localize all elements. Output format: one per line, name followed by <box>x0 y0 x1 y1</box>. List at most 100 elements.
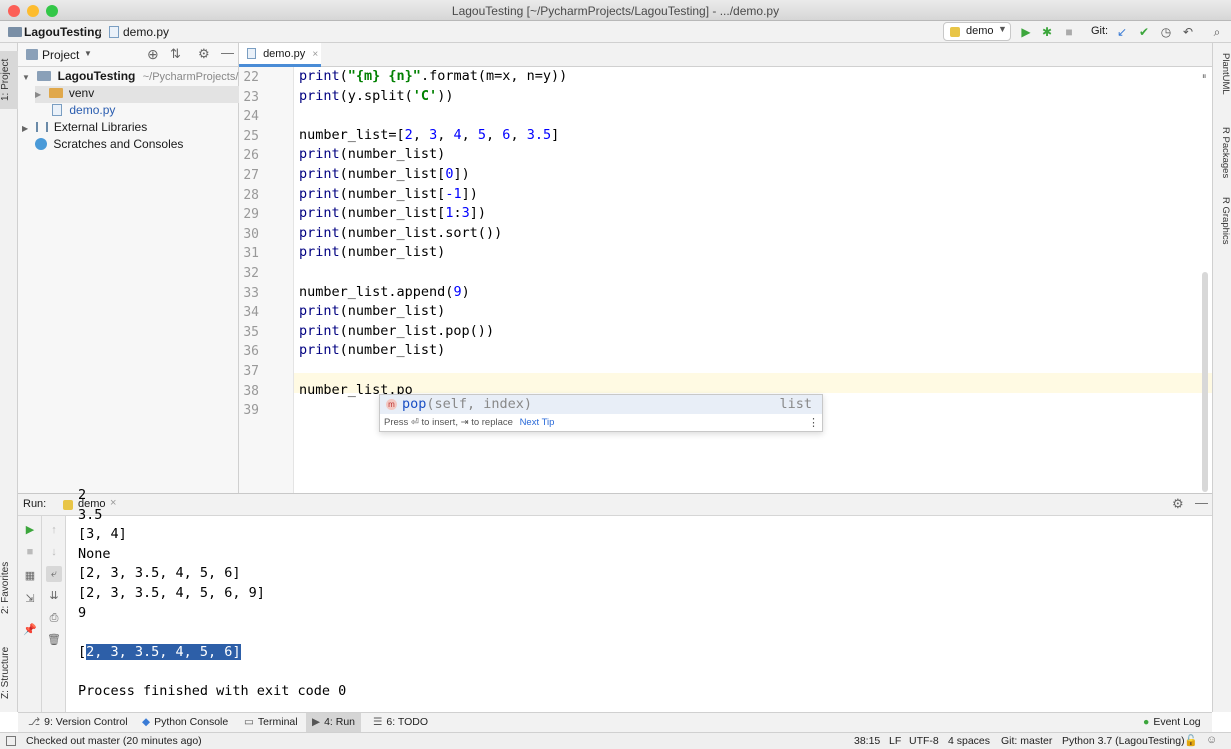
editor-scrollbar[interactable] <box>1202 272 1208 492</box>
git-branch[interactable]: Git: master <box>1001 735 1052 747</box>
stop-icon[interactable]: ■ <box>1061 24 1077 40</box>
print-icon[interactable]: ⎙ <box>46 610 62 626</box>
line-number: 25 <box>243 128 259 144</box>
completion-signature: (self, index) <box>426 396 533 412</box>
tree-item-scratches[interactable]: Scratches and Consoles <box>35 137 183 154</box>
restore-layout-icon[interactable]: ⇲ <box>22 591 38 607</box>
layout-icon[interactable]: ▦ <box>22 568 38 584</box>
line-number: 31 <box>243 246 259 262</box>
collapse-all-icon[interactable]: ⇅ <box>170 46 181 62</box>
scroll-up-icon[interactable]: ↑ <box>46 522 62 538</box>
completion-item[interactable]: m pop(self, index) list <box>380 395 822 414</box>
tree-item-label: demo.py <box>69 103 116 117</box>
editor-tab-demo[interactable]: demo.py × <box>239 43 321 67</box>
rerun-icon[interactable]: ▶ <box>22 522 38 538</box>
next-tip-link[interactable]: Next Tip <box>520 417 555 428</box>
completion-hint: Press ⏎ to insert, ⇥ to replace Next Tip <box>384 417 554 428</box>
run-icon[interactable]: ▶ <box>1018 24 1034 40</box>
tab-version-control[interactable]: ⎇ 9: Version Control <box>28 716 128 728</box>
run-tool-window: Run: demo × ⚙ — ▶ ■ ▦ ⇲ 📌 ↑ ↓ ⤶ ⇊ ⎙ 🗑 2 3… <box>18 487 1212 713</box>
project-view-select[interactable]: Project <box>42 48 79 62</box>
tree-item-label: LagouTesting <box>57 69 136 83</box>
git-label: Git: <box>1091 25 1109 37</box>
r-packages-tool-tab[interactable]: R Packages <box>1215 127 1231 187</box>
indent-setting[interactable]: 4 spaces <box>948 735 990 747</box>
rollback-icon[interactable]: ↶ <box>1180 24 1196 40</box>
file-encoding[interactable]: UTF-8 <box>909 735 939 747</box>
lock-icon[interactable]: 🔓 <box>1184 734 1198 747</box>
history-icon[interactable]: ◷ <box>1158 24 1174 40</box>
python-file-icon <box>109 26 119 38</box>
inspection-icon[interactable]: ☺ <box>1206 734 1217 746</box>
console-output-line: [3, 4] <box>78 526 127 543</box>
hide-icon[interactable]: — <box>221 45 234 60</box>
hide-icon[interactable]: — <box>1195 495 1208 510</box>
tab-todo[interactable]: ☰ 6: TODO <box>373 716 428 728</box>
python-console-icon: ◆ <box>142 716 151 728</box>
tree-item-demo[interactable]: demo.py <box>52 103 115 120</box>
git-update-icon[interactable]: ↙ <box>1114 24 1130 40</box>
gear-icon[interactable]: ⚙ <box>198 46 210 62</box>
scroll-down-icon[interactable]: ↓ <box>46 544 62 560</box>
tree-item-external-libraries[interactable]: ▶ External Libraries <box>22 120 147 137</box>
close-icon[interactable]: × <box>312 49 318 60</box>
tree-item-label: venv <box>68 86 95 100</box>
favorites-tool-tab[interactable]: 2: Favorites <box>0 553 18 623</box>
current-line-highlight <box>294 373 1212 393</box>
run-configuration-select[interactable]: demo ▼ <box>943 22 1011 41</box>
editor-tab-bar: demo.py × <box>239 43 1212 67</box>
r-graphics-tool-tab[interactable]: R Graphics <box>1215 197 1231 253</box>
chevron-right-icon: ▶ <box>35 90 42 99</box>
folder-icon <box>8 27 22 37</box>
console-output-line: 3.5 <box>78 506 103 523</box>
tab-python-console[interactable]: ◆ Python Console <box>142 716 228 728</box>
git-commit-icon[interactable]: ✔ <box>1136 24 1152 40</box>
console-output-line: [2, 3, 3.5, 4, 5, 6] <box>78 565 241 582</box>
search-icon[interactable]: ⌕ <box>1209 24 1225 40</box>
trash-icon[interactable]: 🗑 <box>46 632 62 648</box>
stop-icon[interactable]: ■ <box>22 544 38 560</box>
structure-tool-tab[interactable]: Z: Structure <box>0 637 18 709</box>
tree-item-root[interactable]: ▼ LagouTesting ~/PycharmProjects/L <box>22 69 245 86</box>
breadcrumb-file[interactable]: demo.py <box>123 25 169 39</box>
line-number: 29 <box>243 207 259 223</box>
version-control-icon: ⎇ <box>28 716 41 728</box>
close-icon[interactable]: × <box>110 497 116 509</box>
soft-wrap-icon[interactable]: ⤶ <box>46 566 62 582</box>
console-output-prefix: [ <box>78 644 87 660</box>
locate-icon[interactable]: ⊕ <box>147 46 159 63</box>
tab-run[interactable]: ▶ 4: Run <box>306 713 362 732</box>
scroll-to-end-icon[interactable]: ⇊ <box>46 588 62 604</box>
more-options-icon[interactable]: ⋮ <box>808 416 819 429</box>
run-toolbar-primary: ▶ ■ ▦ ⇲ 📌 <box>18 516 42 713</box>
code-line: print(number_list[1:3]) <box>299 205 486 222</box>
line-number: 24 <box>243 109 259 125</box>
tree-item-venv[interactable]: ▶ venv <box>35 86 239 103</box>
line-separator[interactable]: LF <box>889 735 901 747</box>
tab-label: 9: Version Control <box>44 716 128 728</box>
line-number: 26 <box>243 148 259 164</box>
project-view-icon <box>26 49 38 60</box>
pin-icon[interactable]: 📌 <box>22 622 38 638</box>
code-line: print(number_list) <box>299 244 446 261</box>
status-panel-icon[interactable] <box>6 736 16 746</box>
code-line: print(number_list[0]) <box>299 166 470 182</box>
tree-item-label: External Libraries <box>53 120 148 134</box>
event-log-icon: ● <box>1143 716 1150 728</box>
tab-label: 4: Run <box>324 716 356 728</box>
tab-event-log[interactable]: ● Event Log <box>1143 716 1201 728</box>
run-configuration-label: demo <box>966 25 994 37</box>
python-run-icon <box>950 27 960 37</box>
tab-label: 6: TODO <box>386 716 429 728</box>
project-tool-tab[interactable]: 1: Project <box>0 51 18 109</box>
line-number: 34 <box>243 305 259 321</box>
debug-icon[interactable]: ✱ <box>1039 24 1055 40</box>
python-interpreter[interactable]: Python 3.7 (LagouTesting) <box>1062 735 1185 747</box>
caret-position[interactable]: 38:15 <box>854 735 880 747</box>
tab-terminal[interactable]: ▭ Terminal <box>244 716 298 728</box>
code-completion-popup: m pop(self, index) list Press ⏎ to inser… <box>379 394 823 432</box>
plantuml-tool-tab[interactable]: PlantUML <box>1215 53 1231 113</box>
breadcrumb-project[interactable]: LagouTesting <box>24 25 102 39</box>
completion-type: list <box>779 396 812 412</box>
gear-icon[interactable]: ⚙ <box>1172 496 1184 512</box>
